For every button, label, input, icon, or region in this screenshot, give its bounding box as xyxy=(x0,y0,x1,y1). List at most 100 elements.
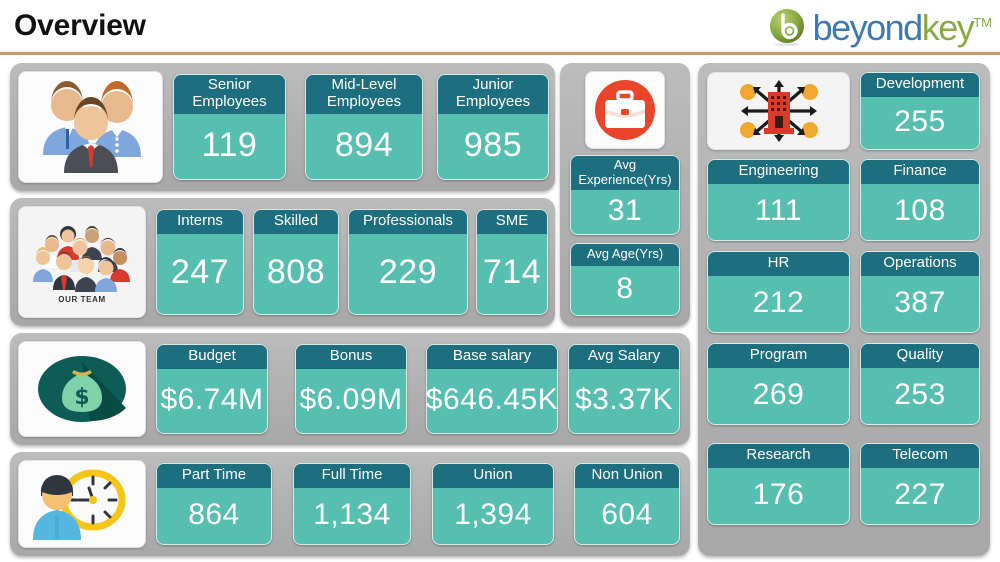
card-value: 387 xyxy=(894,285,946,319)
card-label: Budget xyxy=(157,345,267,369)
card-label: Skilled xyxy=(254,210,338,234)
card-label: Interns xyxy=(157,210,243,234)
card-professionals[interactable]: Professionals 229 xyxy=(348,209,468,315)
card-value: 111 xyxy=(754,193,803,227)
card-value: $646.45K xyxy=(426,382,558,416)
card-value: 864 xyxy=(188,497,240,531)
card-development[interactable]: Development 255 xyxy=(860,72,980,150)
logo-wordmark: beyondkeyTM xyxy=(813,10,992,46)
beyondkey-logo: beyondkeyTM xyxy=(767,5,992,49)
card-value: 229 xyxy=(378,253,438,292)
beyondkey-b-circle-icon xyxy=(769,9,804,47)
card-label: Avg Experience(Yrs) xyxy=(571,156,679,191)
card-label: Part Time xyxy=(157,464,271,488)
departments-panel: Development 255 Engineering 111 Finance … xyxy=(698,63,990,556)
svg-text:$: $ xyxy=(74,385,89,410)
card-base-salary[interactable]: Base salary $646.45K xyxy=(426,344,558,434)
card-research[interactable]: Research 176 xyxy=(707,443,850,525)
card-label: Non Union xyxy=(575,464,679,488)
card-value: 31 xyxy=(607,194,643,228)
card-union[interactable]: Union 1,394 xyxy=(432,463,554,545)
page-header: Overview beyondkeyTM xyxy=(0,0,1000,55)
card-value: $6.74M xyxy=(160,382,264,416)
card-value: 1,134 xyxy=(313,497,391,531)
card-value: 255 xyxy=(894,104,946,138)
card-value: $3.37K xyxy=(574,382,674,416)
our-team-caption: OUR TEAM xyxy=(58,295,106,304)
card-label: Mid-Level Employees xyxy=(306,75,422,114)
card-value: 176 xyxy=(752,477,805,511)
card-value: 269 xyxy=(752,377,805,411)
card-interns[interactable]: Interns 247 xyxy=(156,209,244,315)
card-label: Telecom xyxy=(861,444,979,468)
card-value: 604 xyxy=(601,497,653,531)
card-engineering[interactable]: Engineering 111 xyxy=(707,159,850,241)
card-finance[interactable]: Finance 108 xyxy=(860,159,980,241)
card-label: Senior Employees xyxy=(174,75,285,114)
card-junior-employees[interactable]: Junior Employees 985 xyxy=(437,74,549,180)
card-label: Finance xyxy=(861,160,979,184)
card-value: 894 xyxy=(334,125,394,164)
card-label: Quality xyxy=(861,344,979,368)
card-sme[interactable]: SME 714 xyxy=(476,209,548,315)
card-label: Professionals xyxy=(349,210,467,234)
card-label: Research xyxy=(708,444,849,468)
card-value: 108 xyxy=(894,193,946,227)
card-label: Program xyxy=(708,344,849,368)
averages-panel: Avg Experience(Yrs) 31 Avg Age(Yrs) 8 xyxy=(560,63,690,326)
card-value: 985 xyxy=(463,125,523,164)
logo-text-beyond: beyond xyxy=(812,7,924,48)
card-telecom[interactable]: Telecom 227 xyxy=(860,443,980,525)
card-mid-level-employees[interactable]: Mid-Level Employees 894 xyxy=(305,74,423,180)
card-label: SME xyxy=(477,210,547,234)
card-value: 8 xyxy=(616,272,634,306)
card-value: 247 xyxy=(170,253,230,292)
card-value: 714 xyxy=(482,253,542,292)
employment-type-panel: Part Time 864 Full Time 1,134 Union 1,39… xyxy=(10,452,690,556)
card-senior-employees[interactable]: Senior Employees 119 xyxy=(173,74,286,180)
card-label: Junior Employees xyxy=(438,75,548,114)
skill-level-panel: OUR TEAM Interns 247 Skilled 808 Profess… xyxy=(10,198,555,326)
card-label: Union xyxy=(433,464,553,488)
card-label: HR xyxy=(708,252,849,276)
card-label: Development xyxy=(861,73,979,97)
briefcase-circle-icon xyxy=(585,71,665,149)
card-non-union[interactable]: Non Union 604 xyxy=(574,463,680,545)
card-part-time[interactable]: Part Time 864 xyxy=(156,463,272,545)
person-clock-icon xyxy=(18,460,146,548)
card-value: 253 xyxy=(894,377,946,411)
money-bag-icon: $ xyxy=(18,341,146,437)
card-skilled[interactable]: Skilled 808 xyxy=(253,209,339,315)
experience-level-panel: Senior Employees 119 Mid-Level Employees… xyxy=(10,63,555,191)
card-avg-experience[interactable]: Avg Experience(Yrs) 31 xyxy=(570,155,680,235)
compensation-panel: $ Budget $6.74M Bonus $6.09M Base salary… xyxy=(10,333,690,445)
card-value: 212 xyxy=(752,285,805,319)
card-full-time[interactable]: Full Time 1,134 xyxy=(293,463,411,545)
card-avg-salary[interactable]: Avg Salary $3.37K xyxy=(568,344,680,434)
card-bonus[interactable]: Bonus $6.09M xyxy=(295,344,407,434)
card-label: Avg Age(Yrs) xyxy=(571,244,679,266)
card-operations[interactable]: Operations 387 xyxy=(860,251,980,333)
card-label: Bonus xyxy=(296,345,406,369)
card-quality[interactable]: Quality 253 xyxy=(860,343,980,425)
card-value: 227 xyxy=(894,477,946,511)
logo-text-key: key xyxy=(921,7,975,48)
card-label: Full Time xyxy=(294,464,410,488)
card-avg-age[interactable]: Avg Age(Yrs) 8 xyxy=(570,243,680,316)
card-value: $6.09M xyxy=(299,382,403,416)
logo-trademark: TM xyxy=(973,15,992,30)
card-label: Avg Salary xyxy=(569,345,679,369)
card-value: 1,394 xyxy=(454,497,532,531)
card-hr[interactable]: HR 212 xyxy=(707,251,850,333)
card-label: Base salary xyxy=(427,345,557,369)
card-label: Operations xyxy=(861,252,979,276)
card-value: 808 xyxy=(266,253,326,292)
page-title: Overview xyxy=(14,9,146,42)
card-value: 119 xyxy=(201,125,258,164)
our-team-crowd-icon: OUR TEAM xyxy=(18,206,146,318)
three-people-group-icon xyxy=(18,71,163,183)
card-label: Engineering xyxy=(708,160,849,184)
card-program[interactable]: Program 269 xyxy=(707,343,850,425)
building-network-icon xyxy=(707,72,850,150)
card-budget[interactable]: Budget $6.74M xyxy=(156,344,268,434)
